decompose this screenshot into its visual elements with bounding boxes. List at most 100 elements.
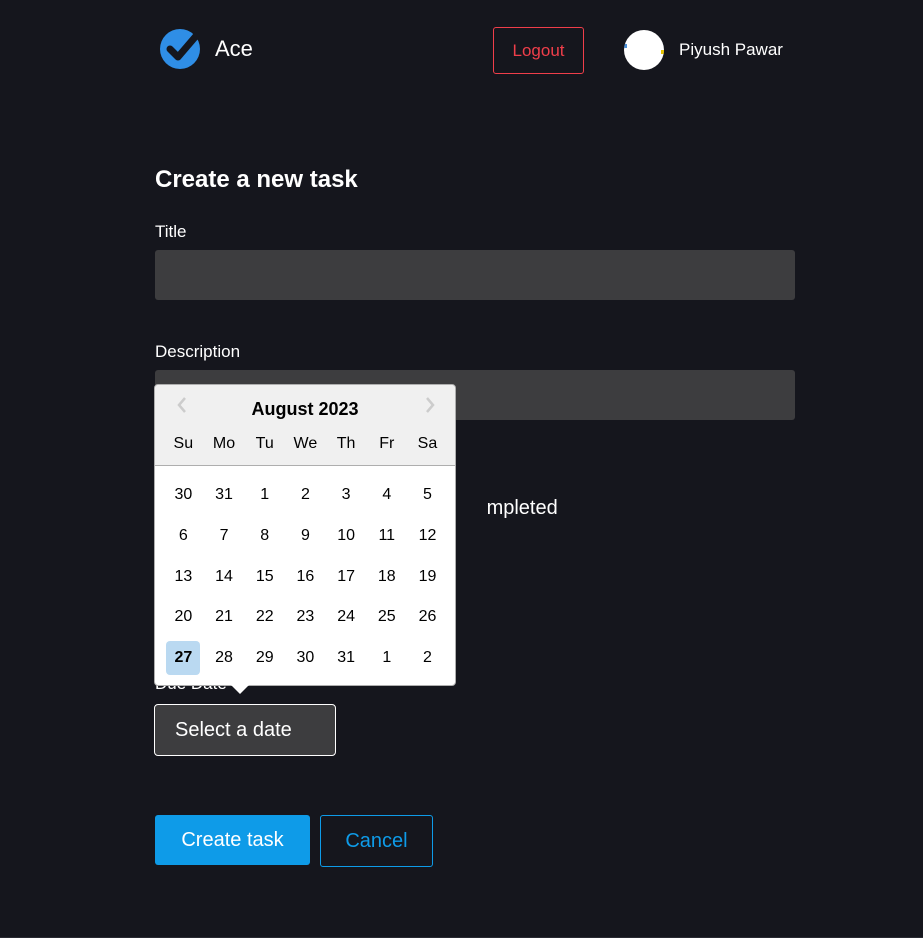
datepicker-day-label: 24	[337, 608, 355, 626]
weekday-header: Fr	[379, 435, 395, 452]
datepicker-day-label: 31	[215, 486, 233, 504]
datepicker-weekdays: Su Mo Tu We Th Fr Sa	[163, 435, 448, 453]
datepicker-day-label: 18	[377, 567, 396, 585]
datepicker-day[interactable]: 29	[244, 638, 285, 679]
datepicker-day[interactable]: 10	[326, 516, 367, 557]
description-label: Description	[155, 342, 241, 361]
next-month-button[interactable]	[415, 391, 445, 419]
datepicker-day[interactable]: 20	[163, 597, 204, 638]
weekday-header: Th	[336, 435, 356, 452]
datepicker-day[interactable]: 30	[285, 638, 326, 679]
datepicker-day[interactable]: 1	[366, 638, 407, 679]
datepicker-day-selected[interactable]: 27	[163, 638, 204, 679]
datepicker-day[interactable]: 6	[163, 516, 204, 557]
weekday-header: Tu	[255, 435, 274, 452]
datepicker-day[interactable]: 7	[204, 516, 245, 557]
datepicker-day[interactable]: 31	[326, 638, 367, 679]
datepicker-day[interactable]: 9	[285, 516, 326, 557]
datepicker-day-label: 30	[296, 649, 315, 667]
select-date-button[interactable]: Select a date	[154, 704, 336, 756]
datepicker-day-label: 11	[378, 527, 396, 545]
datepicker-day-label: 21	[215, 608, 233, 626]
datepicker-day[interactable]: 5	[407, 475, 448, 516]
app-logo-link[interactable]: Ace	[159, 28, 253, 70]
weekday-header: Mo	[212, 435, 236, 452]
datepicker-day[interactable]: 21	[204, 597, 245, 638]
datepicker-day[interactable]: 16	[285, 556, 326, 597]
datepicker-day[interactable]: 17	[326, 556, 367, 597]
datepicker-day[interactable]: 30	[163, 475, 204, 516]
datepicker-day-label: 16	[296, 567, 315, 585]
datepicker-day-label: 8	[260, 527, 270, 545]
datepicker-day[interactable]: 11	[366, 516, 407, 557]
user-name: Piyush Pawar	[679, 40, 783, 59]
weekday-header: Sa	[417, 435, 438, 452]
title-label: Title	[155, 222, 187, 241]
create-task-button[interactable]: Create task	[155, 815, 310, 865]
avatar[interactable]	[624, 30, 664, 70]
datepicker-popup: August 2023 Su Mo Tu We Th Fr Sa 30 31 1 2 3 4 5 6 7 8 9…	[154, 384, 456, 694]
check-circle-icon	[160, 29, 200, 69]
datepicker-day-label: 2	[423, 649, 432, 667]
datepicker-day-label: 7	[219, 527, 229, 545]
datepicker-day-label: 12	[418, 527, 437, 545]
datepicker-day[interactable]: 4	[366, 475, 407, 516]
datepicker-header: August 2023 Su Mo Tu We Th Fr Sa	[155, 385, 455, 466]
datepicker-day[interactable]: 19	[407, 556, 448, 597]
datepicker-day-label: 26	[418, 608, 437, 626]
chevron-right-icon	[426, 397, 435, 413]
datepicker-day[interactable]: 1	[244, 475, 285, 516]
datepicker-day-label: 22	[255, 608, 274, 626]
datepicker-grid: 30 31 1 2 3 4 5 6 7 8 9 10 11 12 13 14 15 16 17 18 19 20 21 22 2…	[163, 475, 448, 678]
datepicker-day-label: 4	[382, 486, 392, 504]
datepicker-day-label: 25	[377, 608, 396, 626]
user-profile[interactable]: Piyush Pawar	[624, 30, 783, 70]
datepicker-day[interactable]: 2	[285, 475, 326, 516]
datepicker-day-label: 15	[255, 567, 274, 585]
app-name: Ace	[215, 36, 253, 61]
logout-button[interactable]: Logout	[493, 27, 584, 74]
datepicker-day[interactable]: 23	[285, 597, 326, 638]
datepicker-day[interactable]: 13	[163, 556, 204, 597]
datepicker-day[interactable]: 24	[326, 597, 367, 638]
datepicker-week-row: 20 21 22 23 24 25 26	[163, 597, 448, 638]
datepicker-day-label: 10	[337, 527, 355, 545]
completed-label-visible: mpleted	[486, 497, 558, 519]
datepicker-day-label: 1	[260, 486, 270, 504]
datepicker-day-label: 19	[418, 567, 437, 585]
datepicker-day[interactable]: 3	[326, 475, 367, 516]
datepicker-day[interactable]: 8	[244, 516, 285, 557]
datepicker-day-label: 1	[382, 649, 392, 667]
datepicker-day-label: 6	[178, 527, 188, 545]
datepicker-day[interactable]: 28	[204, 638, 245, 679]
datepicker-day-label: 23	[296, 608, 315, 626]
datepicker-day[interactable]: 26	[407, 597, 448, 638]
datepicker-day[interactable]: 22	[244, 597, 285, 638]
datepicker-month-label: August 2023	[251, 399, 359, 419]
page: Ace Logout Piyush Pawar Create a new tas…	[0, 0, 923, 938]
datepicker-day-label: 27	[166, 641, 201, 676]
datepicker-day[interactable]: 2	[407, 638, 448, 679]
datepicker-day[interactable]: 14	[204, 556, 245, 597]
datepicker-day-label: 3	[341, 486, 351, 504]
datepicker-day[interactable]: 12	[407, 516, 448, 557]
datepicker-week-row: 30 31 1 2 3 4 5	[163, 475, 448, 516]
datepicker-day-label: 17	[337, 567, 355, 585]
datepicker-day-label: 28	[215, 649, 233, 667]
cancel-button[interactable]: Cancel	[320, 815, 433, 867]
datepicker-pointer	[231, 685, 249, 694]
datepicker-day[interactable]: 25	[366, 597, 407, 638]
datepicker-week-row: 6 7 8 9 10 11 12	[163, 516, 448, 557]
datepicker-day-label: 20	[174, 608, 193, 626]
datepicker-day-label: 30	[174, 486, 193, 504]
datepicker-week-row: 27 28 29 30 31 1 2	[163, 638, 448, 679]
datepicker-day[interactable]: 18	[366, 556, 407, 597]
datepicker-day-label: 5	[423, 486, 432, 504]
datepicker-day-label: 2	[300, 486, 310, 504]
datepicker-day[interactable]: 31	[204, 475, 245, 516]
datepicker-day-label: 31	[337, 649, 355, 667]
datepicker-day[interactable]: 15	[244, 556, 285, 597]
datepicker-day-label: 29	[255, 649, 274, 667]
title-input[interactable]	[155, 250, 795, 300]
datepicker-week-row: 13 14 15 16 17 18 19	[163, 556, 448, 597]
